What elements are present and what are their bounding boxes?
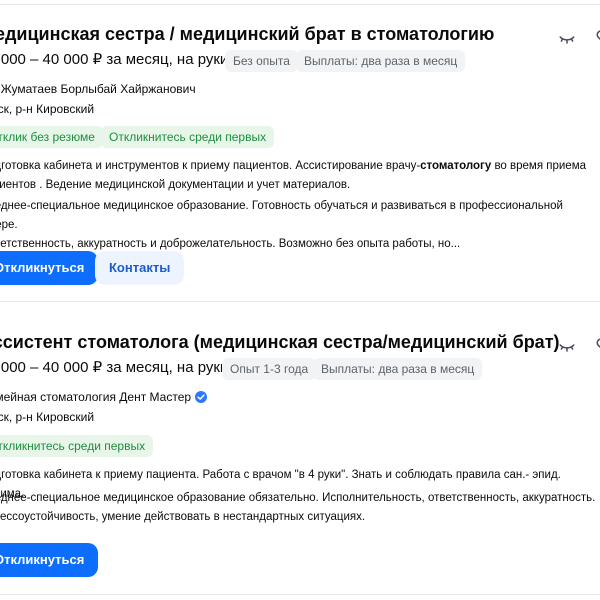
highlight-keyword: стоматологу bbox=[420, 160, 492, 172]
location: Омск, р-н Кировский bbox=[0, 102, 95, 116]
contacts-button[interactable]: Контакты bbox=[95, 251, 185, 285]
tag-payments: Выплаты: два раза в месяц bbox=[296, 50, 466, 72]
badge-be-first: Откликнитесь среди первых bbox=[101, 126, 275, 148]
responsibility-snippet: Подготовка кабинета и инструментов к при… bbox=[0, 160, 586, 191]
tag-experience: Без опыта bbox=[225, 50, 298, 72]
vacancy-card: Ассистент стоматолога (медицинская сестр… bbox=[0, 300, 600, 600]
heart-icon[interactable] bbox=[595, 28, 600, 46]
vacancy-card: Медицинская сестра / медицинский брат в … bbox=[0, 0, 600, 300]
tag-payments: Выплаты: два раза в месяц bbox=[313, 358, 483, 380]
divider-bottom bbox=[0, 594, 600, 595]
salary: 30 000 – 40 000 ₽ за месяц, на руки bbox=[0, 359, 229, 376]
verified-check-icon bbox=[195, 391, 208, 403]
location: Омск, р-н Кировский bbox=[0, 410, 95, 424]
requirement-snippet: Среднее-специальное медицинское образова… bbox=[0, 492, 596, 523]
company-name-link[interactable]: Семейная стоматология Дент Мастер bbox=[0, 389, 208, 405]
vacancy-title-link[interactable]: Ассистент стоматолога (медицинская сестр… bbox=[0, 330, 560, 354]
heart-icon[interactable] bbox=[595, 336, 600, 354]
tag-experience: Опыт 1-3 года bbox=[222, 358, 317, 380]
badge-be-first: Откликнитесь среди первых bbox=[0, 435, 154, 457]
company-name: ИП Жуматаев Борлыбай Хайржанович bbox=[0, 82, 196, 96]
eye-hidden-icon[interactable] bbox=[558, 28, 576, 46]
respond-button[interactable]: Откликнуться bbox=[0, 543, 99, 577]
respond-button[interactable]: Откликнуться bbox=[0, 251, 99, 285]
eye-hidden-icon[interactable] bbox=[558, 336, 576, 354]
requirement-snippet: Среднее-специальное медицинское образова… bbox=[0, 200, 563, 250]
salary: 30 000 – 40 000 ₽ за месяц, на руки bbox=[0, 51, 229, 68]
vacancy-title-link[interactable]: Медицинская сестра / медицинский брат в … bbox=[0, 22, 494, 46]
company-name-link[interactable]: ИП Жуматаев Борлыбай Хайржанович bbox=[0, 81, 196, 97]
company-name: Семейная стоматология Дент Мастер bbox=[0, 390, 192, 404]
badge-no-resume: Отклик без резюме bbox=[0, 126, 103, 148]
